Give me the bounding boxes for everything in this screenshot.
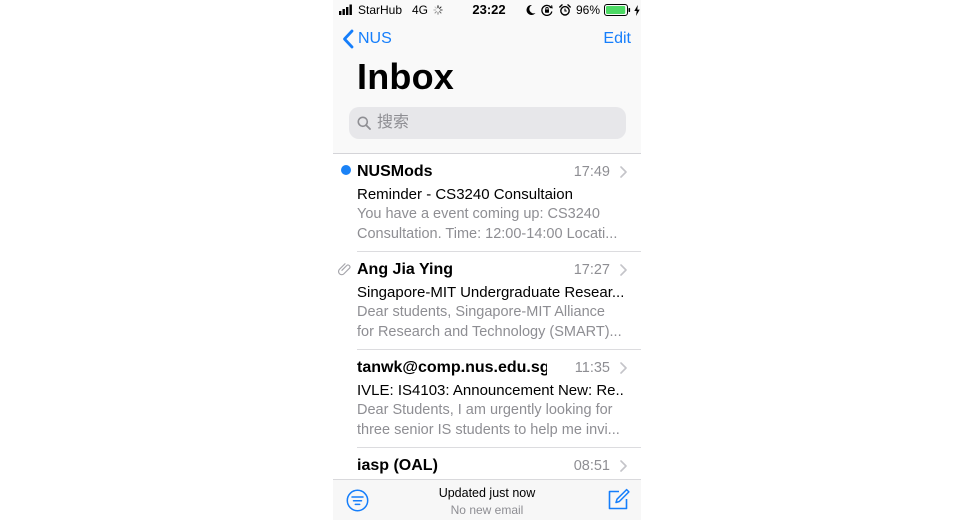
- email-subject: Reminder - CS3240 Consultaion: [357, 186, 573, 203]
- network-type: 4G: [412, 3, 429, 17]
- email-sender: iasp (OAL): [357, 457, 438, 474]
- email-row[interactable]: Ang Jia Ying 17:27 Singapore-MIT Undergr…: [333, 252, 641, 350]
- email-row[interactable]: NUSMods 17:49 Reminder - CS3240 Consulta…: [333, 154, 641, 252]
- email-time: 17:27: [573, 262, 610, 278]
- battery-icon: [604, 4, 631, 16]
- rotation-lock-icon: [541, 4, 553, 16]
- email-sender: NUSMods: [357, 163, 433, 180]
- filter-icon[interactable]: [346, 489, 369, 512]
- email-time: 08:51: [573, 458, 610, 474]
- battery-percent: 96%: [576, 3, 601, 17]
- email-sender: tanwk@comp.nus.edu.sg: [357, 359, 547, 376]
- compose-icon[interactable]: [607, 488, 630, 511]
- email-subject: Singapore-MIT Undergraduate Resear...: [357, 284, 623, 301]
- chevron-right-icon: [620, 264, 627, 276]
- unread-dot: [341, 165, 351, 175]
- email-time: 17:49: [573, 164, 610, 180]
- email-sender: Ang Jia Ying: [357, 261, 454, 278]
- mailbox-status: Updated just now: [438, 486, 536, 500]
- chevron-right-icon: [620, 362, 627, 374]
- email-time: 11:35: [574, 360, 610, 376]
- phone-screen: StarHub 4G 23:22 96% NUS Edit Inbox 搜索 N…: [333, 0, 641, 520]
- email-preview-line: Dear Students, I am urgently looking for: [357, 402, 613, 418]
- email-preview-line: Consultation. Time: 12:00-14:00 Locati..…: [357, 225, 618, 242]
- email-row[interactable]: tanwk@comp.nus.edu.sg 11:35 IVLE: IS4103…: [333, 350, 641, 448]
- page-title: Inbox: [357, 56, 454, 97]
- search-icon: [357, 116, 371, 130]
- back-button[interactable]: NUS: [342, 28, 392, 50]
- email-preview: You have a event coming up: CS3240 Consu…: [357, 205, 625, 244]
- email-preview-line: for Research and Technology (SMART)...: [357, 323, 622, 340]
- header: StarHub 4G 23:22 96% NUS Edit Inbox 搜索: [333, 0, 641, 154]
- email-row[interactable]: iasp (OAL) 08:51: [333, 448, 641, 479]
- email-preview-line: three senior IS students to help me invi…: [357, 421, 620, 438]
- search-input[interactable]: [377, 107, 617, 139]
- back-button-label: NUS: [358, 30, 392, 47]
- activity-spinner-icon: [433, 5, 443, 15]
- email-preview: Dear students, Singapore-MIT Alliance fo…: [357, 303, 625, 342]
- carrier-name: StarHub: [358, 3, 403, 17]
- email-subject: IVLE: IS4103: Announcement New: Re...: [357, 382, 623, 399]
- email-preview-line: Dear students, Singapore-MIT Alliance: [357, 304, 605, 320]
- email-list[interactable]: NUSMods 17:49 Reminder - CS3240 Consulta…: [333, 154, 641, 479]
- email-preview: Dear Students, I am urgently looking for…: [357, 401, 625, 440]
- search-bar[interactable]: [349, 107, 626, 139]
- chevron-right-icon: [620, 166, 627, 178]
- email-preview-line: You have a event coming up: CS3240: [357, 206, 600, 222]
- moon-icon: [526, 4, 536, 15]
- alarm-icon: [559, 4, 571, 16]
- paperclip-icon: [338, 263, 351, 276]
- signal-bars-icon: [339, 4, 352, 15]
- edit-button[interactable]: Edit: [603, 29, 631, 49]
- bottom-toolbar: Updated just now No new email: [333, 479, 641, 520]
- chevron-right-icon: [620, 460, 627, 472]
- chevron-left-icon: [343, 29, 354, 49]
- status-time: 23:22: [472, 2, 506, 17]
- charging-bolt-icon: [634, 5, 640, 16]
- mailbox-substatus: No new email: [450, 503, 524, 517]
